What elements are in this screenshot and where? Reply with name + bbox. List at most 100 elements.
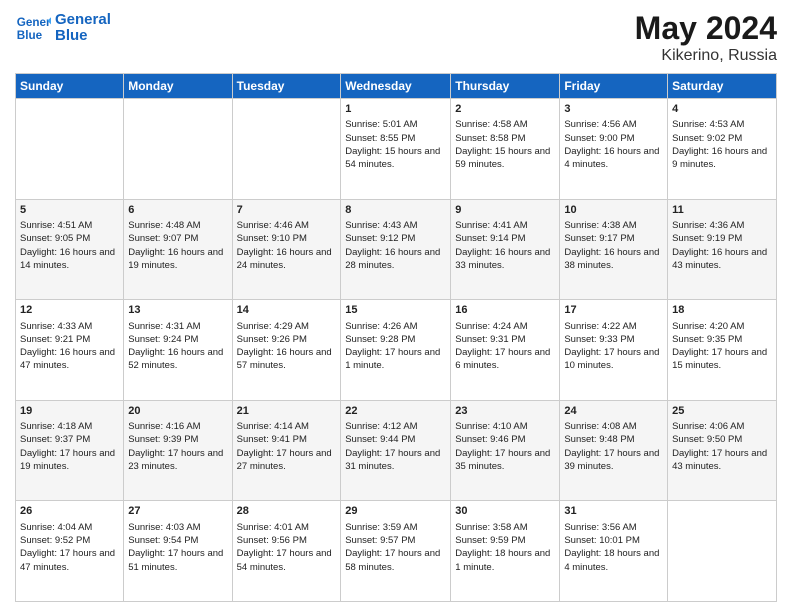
cell-text: Sunset: 9:14 PM	[455, 232, 555, 245]
calendar-cell: 10Sunrise: 4:38 AMSunset: 9:17 PMDayligh…	[560, 199, 668, 300]
cell-text: Daylight: 16 hours and 19 minutes.	[128, 246, 227, 273]
cell-text: Daylight: 17 hours and 19 minutes.	[20, 447, 119, 474]
calendar-cell: 2Sunrise: 4:58 AMSunset: 8:58 PMDaylight…	[451, 99, 560, 200]
calendar-cell: 1Sunrise: 5:01 AMSunset: 8:55 PMDaylight…	[341, 99, 451, 200]
cell-text: Sunrise: 4:56 AM	[564, 118, 663, 131]
calendar-cell: 18Sunrise: 4:20 AMSunset: 9:35 PMDayligh…	[668, 300, 777, 401]
cell-text: Sunrise: 4:16 AM	[128, 420, 227, 433]
day-number: 21	[237, 404, 337, 419]
day-number: 29	[345, 504, 446, 519]
cell-text: Sunset: 9:26 PM	[237, 333, 337, 346]
cell-text: Daylight: 15 hours and 54 minutes.	[345, 145, 446, 172]
calendar-cell: 3Sunrise: 4:56 AMSunset: 9:00 PMDaylight…	[560, 99, 668, 200]
day-number: 9	[455, 203, 555, 218]
cell-text: Daylight: 17 hours and 23 minutes.	[128, 447, 227, 474]
calendar-cell: 22Sunrise: 4:12 AMSunset: 9:44 PMDayligh…	[341, 400, 451, 501]
cell-text: Daylight: 16 hours and 43 minutes.	[672, 246, 772, 273]
cell-text: Sunrise: 4:53 AM	[672, 118, 772, 131]
cell-text: Sunrise: 4:08 AM	[564, 420, 663, 433]
cell-text: Sunset: 9:52 PM	[20, 534, 119, 547]
cell-text: Sunset: 9:33 PM	[564, 333, 663, 346]
day-number: 28	[237, 504, 337, 519]
cell-text: Daylight: 17 hours and 31 minutes.	[345, 447, 446, 474]
day-number: 12	[20, 303, 119, 318]
svg-text:Blue: Blue	[17, 29, 43, 42]
cell-text: Daylight: 16 hours and 4 minutes.	[564, 145, 663, 172]
cell-text: Daylight: 17 hours and 15 minutes.	[672, 346, 772, 373]
calendar-cell: 15Sunrise: 4:26 AMSunset: 9:28 PMDayligh…	[341, 300, 451, 401]
day-number: 30	[455, 504, 555, 519]
cell-text: Sunrise: 4:20 AM	[672, 320, 772, 333]
cell-text: Daylight: 17 hours and 6 minutes.	[455, 346, 555, 373]
cell-text: Sunrise: 5:01 AM	[345, 118, 446, 131]
cell-text: Sunset: 9:17 PM	[564, 232, 663, 245]
cell-text: Sunset: 9:50 PM	[672, 433, 772, 446]
cell-text: Sunset: 9:31 PM	[455, 333, 555, 346]
cell-text: Daylight: 17 hours and 54 minutes.	[237, 547, 337, 574]
cell-text: Sunset: 9:24 PM	[128, 333, 227, 346]
calendar-cell: 31Sunrise: 3:56 AMSunset: 10:01 PMDaylig…	[560, 501, 668, 602]
header: General Blue General Blue May 2024 Kiker…	[15, 10, 777, 65]
logo-icon: General Blue	[15, 10, 51, 46]
cell-text: Sunset: 9:12 PM	[345, 232, 446, 245]
cell-text: Sunset: 9:46 PM	[455, 433, 555, 446]
day-number: 31	[564, 504, 663, 519]
cell-text: Sunset: 8:55 PM	[345, 132, 446, 145]
cell-text: Daylight: 17 hours and 10 minutes.	[564, 346, 663, 373]
day-number: 19	[20, 404, 119, 419]
cell-text: Daylight: 17 hours and 43 minutes.	[672, 447, 772, 474]
cell-text: Sunrise: 3:58 AM	[455, 521, 555, 534]
cell-text: Sunrise: 4:51 AM	[20, 219, 119, 232]
cell-text: Sunrise: 4:38 AM	[564, 219, 663, 232]
cell-text: Sunrise: 3:56 AM	[564, 521, 663, 534]
cell-text: Daylight: 17 hours and 39 minutes.	[564, 447, 663, 474]
calendar-cell	[16, 99, 124, 200]
cell-text: Sunset: 9:56 PM	[237, 534, 337, 547]
cell-text: Sunrise: 4:36 AM	[672, 219, 772, 232]
cell-text: Sunrise: 4:10 AM	[455, 420, 555, 433]
logo-general: General	[55, 12, 111, 29]
cell-text: Daylight: 16 hours and 24 minutes.	[237, 246, 337, 273]
header-row: SundayMondayTuesdayWednesdayThursdayFrid…	[16, 74, 777, 99]
calendar-cell: 17Sunrise: 4:22 AMSunset: 9:33 PMDayligh…	[560, 300, 668, 401]
cell-text: Sunrise: 4:46 AM	[237, 219, 337, 232]
day-number: 16	[455, 303, 555, 318]
day-number: 1	[345, 102, 446, 117]
cell-text: Daylight: 17 hours and 51 minutes.	[128, 547, 227, 574]
day-number: 11	[672, 203, 772, 218]
cell-text: Sunset: 9:05 PM	[20, 232, 119, 245]
cell-text: Daylight: 17 hours and 27 minutes.	[237, 447, 337, 474]
cell-text: Sunset: 9:10 PM	[237, 232, 337, 245]
cell-text: Sunrise: 4:04 AM	[20, 521, 119, 534]
cell-text: Daylight: 18 hours and 4 minutes.	[564, 547, 663, 574]
header-day-saturday: Saturday	[668, 74, 777, 99]
cell-text: Sunset: 9:39 PM	[128, 433, 227, 446]
cell-text: Sunrise: 4:24 AM	[455, 320, 555, 333]
calendar-cell: 23Sunrise: 4:10 AMSunset: 9:46 PMDayligh…	[451, 400, 560, 501]
calendar-cell: 20Sunrise: 4:16 AMSunset: 9:39 PMDayligh…	[124, 400, 232, 501]
cell-text: Daylight: 17 hours and 58 minutes.	[345, 547, 446, 574]
calendar-cell: 7Sunrise: 4:46 AMSunset: 9:10 PMDaylight…	[232, 199, 341, 300]
cell-text: Sunset: 9:28 PM	[345, 333, 446, 346]
cell-text: Sunrise: 4:14 AM	[237, 420, 337, 433]
day-number: 18	[672, 303, 772, 318]
page: General Blue General Blue May 2024 Kiker…	[0, 0, 792, 612]
cell-text: Daylight: 16 hours and 57 minutes.	[237, 346, 337, 373]
week-row-5: 26Sunrise: 4:04 AMSunset: 9:52 PMDayligh…	[16, 501, 777, 602]
calendar-cell	[232, 99, 341, 200]
cell-text: Sunset: 9:19 PM	[672, 232, 772, 245]
cell-text: Sunrise: 4:31 AM	[128, 320, 227, 333]
calendar-cell: 28Sunrise: 4:01 AMSunset: 9:56 PMDayligh…	[232, 501, 341, 602]
cell-text: Sunrise: 4:29 AM	[237, 320, 337, 333]
cell-text: Sunrise: 3:59 AM	[345, 521, 446, 534]
cell-text: Sunset: 9:48 PM	[564, 433, 663, 446]
cell-text: Daylight: 16 hours and 52 minutes.	[128, 346, 227, 373]
week-row-2: 5Sunrise: 4:51 AMSunset: 9:05 PMDaylight…	[16, 199, 777, 300]
day-number: 2	[455, 102, 555, 117]
cell-text: Daylight: 16 hours and 38 minutes.	[564, 246, 663, 273]
cell-text: Sunrise: 4:41 AM	[455, 219, 555, 232]
cell-text: Daylight: 17 hours and 47 minutes.	[20, 547, 119, 574]
cell-text: Daylight: 17 hours and 1 minute.	[345, 346, 446, 373]
cell-text: Sunrise: 4:22 AM	[564, 320, 663, 333]
cell-text: Sunset: 9:21 PM	[20, 333, 119, 346]
